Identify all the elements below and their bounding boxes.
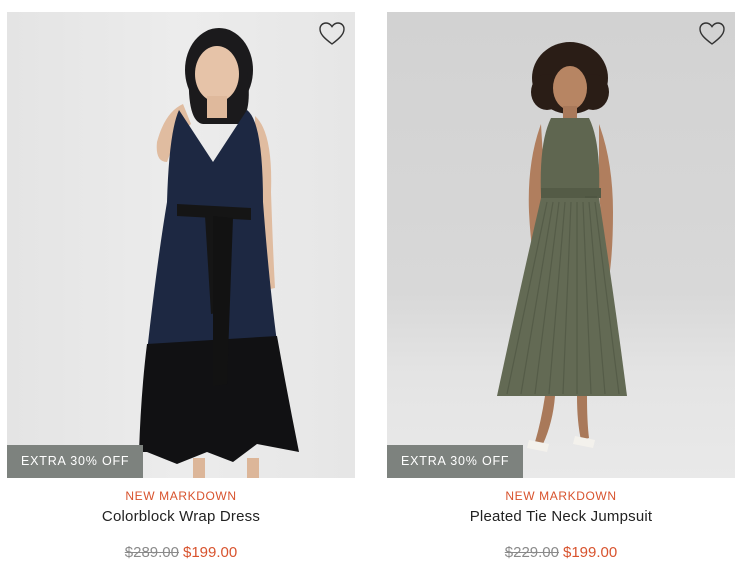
markdown-tag: NEW MARKDOWN <box>125 489 237 503</box>
model-photo <box>497 42 627 452</box>
product-name[interactable]: Pleated Tie Neck Jumpsuit <box>387 508 735 528</box>
promo-badge: EXTRA 30% OFF <box>387 445 524 478</box>
heart-icon[interactable] <box>698 21 726 47</box>
product-price: $289.00 $199.00 <box>7 544 355 564</box>
original-price: $289.00 <box>124 544 179 561</box>
original-price: $229.00 <box>504 544 559 561</box>
promo-badge: EXTRA 30% OFF <box>7 445 144 478</box>
heart-icon[interactable] <box>318 21 346 47</box>
sale-price: $199.00 <box>183 544 238 561</box>
product-card[interactable]: EXTRA 30% OFF NEW MARKDOWN Colorblock Wr… <box>7 12 355 564</box>
product-price: $229.00 $199.00 <box>387 544 735 564</box>
product-image[interactable]: EXTRA 30% OFF <box>387 12 735 478</box>
sale-price: $199.00 <box>563 544 618 561</box>
product-name[interactable]: Colorblock Wrap Dress <box>7 508 355 528</box>
product-image[interactable]: EXTRA 30% OFF <box>7 12 355 478</box>
model-photo <box>139 28 299 478</box>
markdown-tag: NEW MARKDOWN <box>505 489 617 503</box>
product-card[interactable]: EXTRA 30% OFF NEW MARKDOWN Pleated Tie N… <box>387 12 735 564</box>
